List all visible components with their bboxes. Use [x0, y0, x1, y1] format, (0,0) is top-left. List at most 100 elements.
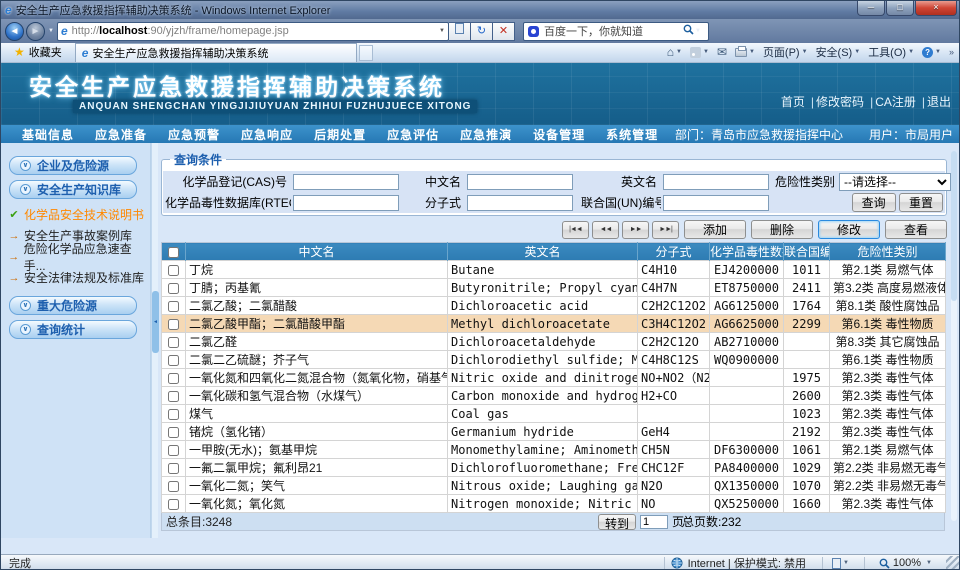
- resize-grip[interactable]: [946, 556, 960, 570]
- history-dropdown-icon[interactable]: ▼: [48, 28, 54, 34]
- row-checkbox[interactable]: [168, 391, 179, 402]
- column-header-2[interactable]: 分子式: [638, 243, 710, 261]
- compatibility-status-button[interactable]: ▼: [829, 557, 858, 570]
- row-checkbox[interactable]: [168, 301, 179, 312]
- row-checkbox[interactable]: [168, 463, 179, 474]
- feeds-button[interactable]: ▼: [687, 46, 712, 59]
- nav-item-7[interactable]: 设备管理: [533, 126, 585, 143]
- column-header-5[interactable]: 危险性类别: [830, 243, 946, 261]
- row-checkbox[interactable]: [168, 409, 179, 420]
- column-header-3[interactable]: 化学品毒性数据...: [710, 243, 784, 261]
- table-row[interactable]: 丁烷ButaneC4H10EJ42000001011第2.1类 易燃气体: [162, 261, 946, 279]
- table-row[interactable]: 一氧化碳和氢气混合物（水煤气）Carbon monoxide and hydro…: [162, 387, 946, 405]
- row-checkbox[interactable]: [168, 283, 179, 294]
- nav-item-3[interactable]: 应急响应: [241, 126, 293, 143]
- modify-button[interactable]: 修改: [818, 220, 880, 239]
- query-button[interactable]: 查询: [852, 193, 896, 212]
- nav-item-0[interactable]: 基础信息: [22, 126, 74, 143]
- sidebar-section-2[interactable]: ∨重大危险源: [9, 296, 137, 315]
- help-menu[interactable]: ?▼: [919, 46, 944, 59]
- print-button[interactable]: ▼: [732, 47, 758, 58]
- sidebar-item-0[interactable]: ✔化学品安全技术说明书: [7, 204, 150, 225]
- minimize-button[interactable]: ─: [857, 1, 885, 16]
- sidebar-section-3[interactable]: ∨查询统计: [9, 320, 137, 339]
- column-header-0[interactable]: 中文名: [186, 243, 448, 261]
- search-input[interactable]: 百度一下，你就知道 ▼: [523, 22, 709, 41]
- goto-page-input[interactable]: [640, 515, 668, 529]
- active-tab[interactable]: e 安全生产应急救援指挥辅助决策系统: [75, 43, 357, 62]
- compatibility-view-button[interactable]: [449, 22, 471, 41]
- vertical-scrollbar[interactable]: [951, 151, 957, 521]
- sidebar-item-3[interactable]: →安全法律法规及标准库: [7, 267, 150, 288]
- table-row[interactable]: 一甲胺(无水)；氨基甲烷Monomethylamine; Aminomethan…: [162, 441, 946, 459]
- search-dropdown-icon[interactable]: ▼: [695, 28, 701, 34]
- tools-menu[interactable]: 工具(O)▼: [865, 43, 917, 61]
- rtecs-input[interactable]: [293, 195, 399, 211]
- delete-button[interactable]: 删除: [751, 220, 813, 239]
- row-checkbox[interactable]: [168, 265, 179, 276]
- row-checkbox[interactable]: [168, 337, 179, 348]
- address-dropdown-icon[interactable]: ▼: [439, 28, 445, 34]
- view-button[interactable]: 查看: [885, 220, 947, 239]
- header-link-1[interactable]: 修改密码: [816, 95, 864, 109]
- zoom-control[interactable]: 100% ▼: [871, 557, 946, 569]
- row-checkbox[interactable]: [168, 481, 179, 492]
- forward-button[interactable]: ►: [26, 22, 45, 41]
- header-link-2[interactable]: CA注册: [875, 95, 916, 109]
- sidebar-section-0[interactable]: ∨企业及危险源: [9, 156, 137, 175]
- header-link-0[interactable]: 首页: [781, 95, 805, 109]
- nav-item-2[interactable]: 应急预警: [168, 126, 220, 143]
- column-header-4[interactable]: 联合国编号: [784, 243, 830, 261]
- splitter-handle[interactable]: ◄: [152, 291, 159, 353]
- row-checkbox[interactable]: [168, 373, 179, 384]
- cas-input[interactable]: [293, 174, 399, 190]
- table-row[interactable]: 二氯乙醛DichloroacetaldehydeC2H2C12OAB271000…: [162, 333, 946, 351]
- un-input[interactable]: [663, 195, 769, 211]
- table-row[interactable]: 丁腈；丙基氰Butyronitrile; Propyl cyanideC4H7N…: [162, 279, 946, 297]
- read-mail-button[interactable]: ✉: [714, 44, 730, 60]
- goto-page-button[interactable]: 转到: [598, 514, 636, 530]
- table-row[interactable]: 煤气Coal gas1023第2.3类 毒性气体: [162, 405, 946, 423]
- row-checkbox[interactable]: [168, 445, 179, 456]
- home-button[interactable]: ⌂▼: [664, 44, 685, 60]
- paging-first-button[interactable]: |◄◄: [562, 221, 589, 239]
- row-checkbox[interactable]: [168, 355, 179, 366]
- sidebar-splitter[interactable]: ◄: [151, 143, 158, 538]
- table-row[interactable]: 二氯乙酸；二氯醋酸Dichloroacetic acidC2H2C12O2AG6…: [162, 297, 946, 315]
- formula-input[interactable]: [467, 195, 573, 211]
- sidebar-item-2[interactable]: →危险化学品应急速查手...: [7, 246, 150, 267]
- new-tab-button[interactable]: [359, 45, 373, 61]
- row-checkbox[interactable]: [168, 319, 179, 330]
- search-magnifier-icon[interactable]: [683, 24, 694, 38]
- stop-button[interactable]: ✕: [493, 22, 515, 41]
- table-row[interactable]: 二氯乙酸甲酯；二氯醋酸甲酯Methyl dichloroacetateC3H4C…: [162, 315, 946, 333]
- table-row[interactable]: 一氧化氮；氧化氮Nitrogen monoxide; Nitric oxideN…: [162, 495, 946, 513]
- maximize-button[interactable]: □: [886, 1, 914, 16]
- nav-item-6[interactable]: 应急推演: [460, 126, 512, 143]
- security-zone[interactable]: Internet | 保护模式: 禁用: [671, 555, 816, 570]
- reset-button[interactable]: 重置: [899, 193, 943, 212]
- nav-item-8[interactable]: 系统管理: [606, 126, 658, 143]
- back-button[interactable]: ◄: [5, 22, 24, 41]
- paging-next-button[interactable]: ►►: [622, 221, 649, 239]
- select-all-checkbox[interactable]: [168, 247, 179, 258]
- danger-select[interactable]: --请选择--: [839, 173, 951, 191]
- command-overflow-button[interactable]: »: [946, 47, 957, 57]
- page-menu[interactable]: 页面(P)▼: [760, 43, 811, 61]
- paging-last-button[interactable]: ►►|: [652, 221, 679, 239]
- sidebar-section-1[interactable]: ∨安全生产知识库: [9, 180, 137, 199]
- table-row[interactable]: 锗烷（氢化锗）Germanium hydrideGeH42192第2.3类 毒性…: [162, 423, 946, 441]
- close-button[interactable]: ×: [915, 1, 957, 16]
- table-row[interactable]: 一氧化二氮；笑气Nitrous oxide; Laughing gasN2OQX…: [162, 477, 946, 495]
- add-button[interactable]: 添加: [684, 220, 746, 239]
- nav-item-4[interactable]: 后期处置: [314, 126, 366, 143]
- column-header-1[interactable]: 英文名: [448, 243, 638, 261]
- ename-input[interactable]: [663, 174, 769, 190]
- address-input[interactable]: e http://localhost:90/yjzh/frame/homepag…: [57, 22, 449, 41]
- cname-input[interactable]: [467, 174, 573, 190]
- row-checkbox[interactable]: [168, 499, 179, 510]
- safety-menu[interactable]: 安全(S)▼: [813, 43, 864, 61]
- table-row[interactable]: 二氯二乙硫醚；芥子气Dichlorodiethyl sulfide; Musta…: [162, 351, 946, 369]
- row-checkbox[interactable]: [168, 427, 179, 438]
- nav-item-1[interactable]: 应急准备: [95, 126, 147, 143]
